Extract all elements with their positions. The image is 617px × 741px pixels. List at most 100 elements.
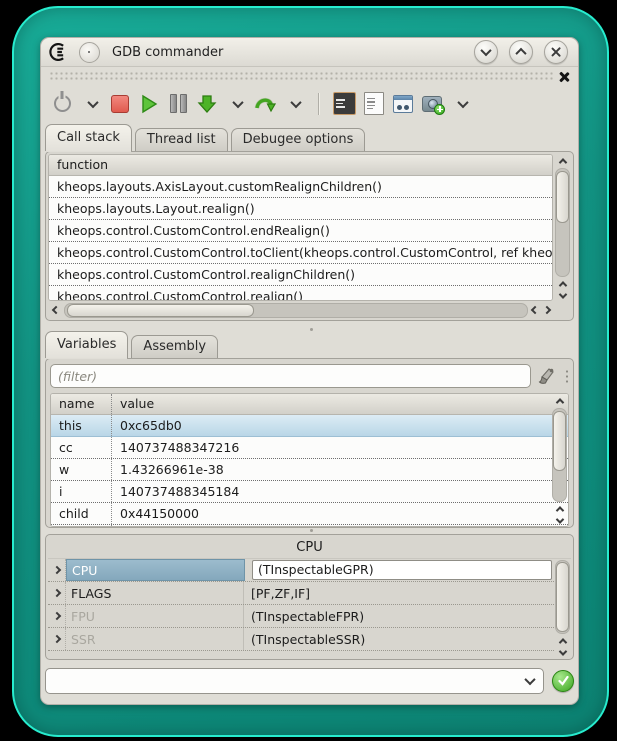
step-over-icon [254, 94, 276, 114]
register-value: (TInspectableGPR) [245, 559, 554, 581]
expand-button[interactable] [48, 582, 66, 604]
splitter-handle[interactable] [310, 529, 313, 532]
scrollbar-thumb[interactable] [553, 411, 566, 471]
scrollbar-track[interactable] [555, 168, 570, 277]
column-header-name[interactable]: name [51, 394, 112, 414]
callstack-row[interactable]: kheops.control.CustomControl.realign() [49, 286, 552, 301]
tab-assembly[interactable]: Assembly [131, 335, 218, 358]
scroll-left-button[interactable] [48, 304, 63, 317]
variable-value: 0x44150000 [112, 503, 199, 524]
step-into-icon [197, 94, 217, 114]
variable-row[interactable]: w1.43266961e-38 [51, 459, 568, 481]
tab-variables[interactable]: Variables [45, 331, 128, 358]
memory-view-button[interactable] [333, 91, 356, 117]
variable-value: 1.43266961e-38 [112, 459, 224, 480]
tab-call-stack[interactable]: Call stack [45, 124, 132, 151]
register-value-editor[interactable]: (TInspectableGPR) [252, 560, 552, 580]
variable-row[interactable]: i140737488345184 [51, 481, 568, 503]
variable-row[interactable]: child0x44150000 [51, 503, 568, 525]
chevron-left-icon [531, 306, 539, 314]
callstack-vertical-scrollbar[interactable] [554, 154, 571, 301]
column-header-value[interactable]: value [112, 394, 154, 414]
cpu-register-row[interactable]: SSR(TInspectableSSR) [48, 628, 554, 651]
shade-button[interactable] [474, 40, 498, 64]
stop-button[interactable] [109, 91, 131, 117]
scrollbar-thumb[interactable] [67, 304, 254, 317]
variables-table-header[interactable]: name value [51, 394, 568, 415]
step-over-button[interactable] [254, 91, 276, 117]
cpu-vertical-scrollbar[interactable] [554, 559, 571, 658]
execute-command-button[interactable] [552, 670, 574, 692]
register-value: (TInspectableSSR) [244, 628, 554, 650]
close-button[interactable] [544, 40, 568, 64]
callstack-column-header[interactable]: function [49, 155, 552, 176]
titlebar[interactable]: GDB commander [41, 38, 578, 67]
step-over-dropdown[interactable] [283, 91, 305, 117]
scroll-left-button[interactable] [529, 304, 541, 317]
watch-window-button[interactable] [392, 91, 414, 117]
pause-button[interactable] [167, 91, 189, 117]
run-button[interactable] [138, 91, 160, 117]
cpu-register-row[interactable]: CPU(TInspectableGPR) [48, 559, 554, 582]
variable-value: 140737488345184 [112, 481, 239, 502]
variables-vertical-scrollbar[interactable] [551, 394, 568, 526]
power-dropdown[interactable] [80, 91, 102, 117]
chevron-up-icon [558, 158, 566, 166]
scroll-down-button[interactable] [555, 647, 570, 658]
dock-close-icon[interactable] [558, 71, 570, 83]
cpu-register-row[interactable]: FLAGS[PF,ZF,IF] [48, 582, 554, 605]
add-snapshot-dropdown[interactable] [450, 91, 472, 117]
expand-button[interactable] [48, 559, 66, 581]
play-icon [140, 94, 158, 114]
scroll-down-button[interactable] [552, 515, 567, 526]
step-into-dropdown[interactable] [225, 91, 247, 117]
scroll-up-button[interactable] [552, 394, 567, 407]
unshade-button[interactable] [509, 40, 533, 64]
size-grip-dots[interactable] [565, 369, 569, 383]
gdb-command-combobox[interactable] [45, 668, 544, 694]
variable-name: h [51, 525, 112, 527]
debug-log-button[interactable] [363, 91, 385, 117]
scroll-up-button[interactable] [555, 635, 570, 646]
clear-filter-brush-icon[interactable] [537, 366, 557, 386]
callstack-row[interactable]: kheops.control.CustomControl.toClient(kh… [49, 242, 552, 264]
scrollbar-track[interactable] [555, 560, 570, 634]
variable-row[interactable]: cc140737488347216 [51, 437, 568, 459]
power-button[interactable] [51, 91, 73, 117]
command-bar [45, 666, 574, 696]
expand-button[interactable] [48, 628, 66, 650]
scroll-up-button[interactable] [555, 278, 570, 289]
dock-grip-bar[interactable] [45, 68, 574, 85]
scrollbar-thumb[interactable] [556, 171, 569, 223]
step-into-button[interactable] [196, 91, 218, 117]
scrollbar-track[interactable] [64, 303, 528, 318]
expand-button[interactable] [48, 605, 66, 627]
callstack-horizontal-scrollbar[interactable] [48, 302, 553, 318]
callstack-row[interactable]: kheops.control.CustomControl.endRealign(… [49, 220, 552, 242]
cpu-register-row[interactable]: FPU(TInspectableFPR) [48, 605, 554, 628]
dock-grip-texture[interactable] [49, 71, 554, 82]
tab-thread-list[interactable]: Thread list [135, 128, 228, 151]
add-snapshot-button[interactable] [421, 91, 443, 117]
filter-input[interactable] [50, 364, 531, 388]
scrollbar-thumb[interactable] [556, 562, 569, 632]
callstack-row[interactable]: kheops.layouts.AxisLayout.customRealignC… [49, 176, 552, 198]
scroll-right-button[interactable] [541, 304, 553, 317]
titlebar-stay-on-top-button[interactable] [79, 42, 100, 63]
splitter-handle[interactable] [310, 328, 313, 331]
callstack-list: function kheops.layouts.AxisLayout.custo… [48, 154, 553, 301]
toolbar-separator [318, 93, 320, 115]
scroll-up-button[interactable] [552, 503, 567, 514]
variable-row[interactable]: h1.43266961e-38 [51, 525, 568, 527]
scroll-up-button[interactable] [555, 154, 570, 167]
variable-row[interactable]: this0xc65db0 [51, 415, 568, 437]
scroll-down-button[interactable] [555, 290, 570, 301]
variables-panel: name value this0xc65db0cc140737488347216… [45, 358, 574, 528]
tab-debugee-options[interactable]: Debugee options [231, 128, 366, 151]
callstack-row[interactable]: kheops.control.CustomControl.realignChil… [49, 264, 552, 286]
variable-name: w [51, 459, 112, 480]
variable-value: 1.43266961e-38 [112, 525, 224, 527]
callstack-row[interactable]: kheops.layouts.Layout.realign() [49, 198, 552, 220]
scrollbar-track[interactable] [552, 408, 567, 502]
memory-icon [333, 92, 356, 115]
